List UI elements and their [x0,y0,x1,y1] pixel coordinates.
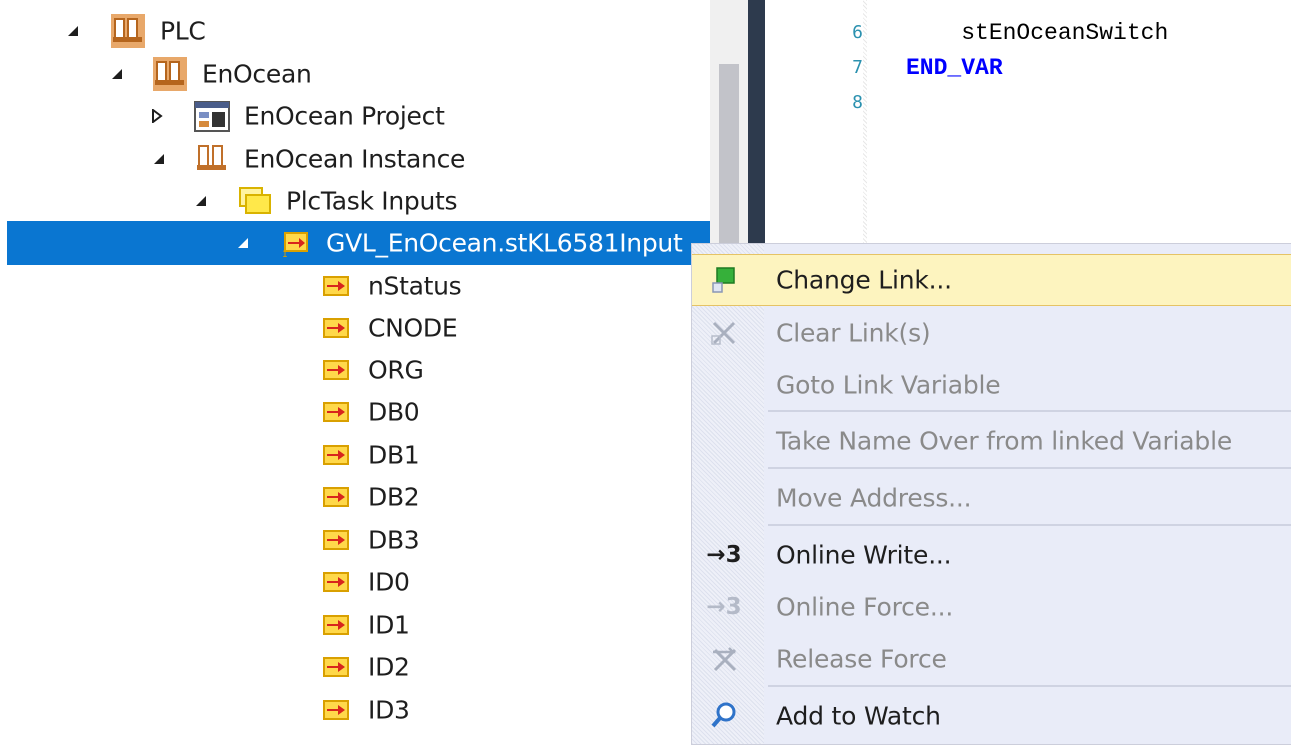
input-variable-icon [323,700,349,720]
tree-item-variable[interactable]: DB1 [0,434,710,476]
tree-item-label: ID0 [368,567,410,597]
svg-text:1: 1 [282,250,288,258]
tree-item-label: PlcTask Inputs [286,186,458,216]
input-variable-icon [323,445,349,465]
tree-item-variable[interactable]: ID2 [0,646,710,688]
tree-item-label: EnOcean Project [244,101,445,131]
instance-icon [197,145,226,170]
input-variable-icon: 1 [282,232,308,258]
input-variable-icon [323,572,349,592]
tree-item-label: PLC [160,16,206,46]
magnifier-icon [706,698,742,734]
tree-item-enocean-instance[interactable]: EnOcean Instance [0,138,710,180]
tree-item-label: DB3 [368,525,420,555]
tree-item-label: CNODE [368,313,458,343]
expanded-arrow-icon[interactable] [110,67,124,81]
input-variable-icon [323,487,349,507]
menu-item-release-force[interactable]: Release Force [692,633,1291,685]
input-variable-icon [323,615,349,635]
release-force-icon [706,641,742,677]
tree-item-enocean[interactable]: EnOcean [0,53,710,95]
input-variable-icon [323,530,349,550]
tree-item-label: ORG [368,355,424,385]
tree-item-label: ID1 [368,610,410,640]
menu-item-online-force[interactable]: →3 Online Force... [692,581,1291,633]
tree-item-enocean-project[interactable]: EnOcean Project [0,95,710,137]
tree-item-label: DB2 [368,482,420,512]
menu-item-goto-link-variable[interactable]: Goto Link Variable [692,359,1291,411]
expanded-arrow-icon[interactable] [66,24,80,38]
tree-item-variable[interactable]: DB3 [0,519,710,561]
online-force-icon: →3 [706,594,742,620]
solution-tree: PLC EnOcean EnOcean Project EnOcean Inst… [0,0,715,727]
menu-item-move-address[interactable]: Move Address... [692,472,1291,524]
menu-separator [768,467,1291,469]
tree-item-plctask-inputs[interactable]: PlcTask Inputs [0,180,710,222]
menu-item-change-link[interactable]: Change Link... [692,254,1291,306]
menu-item-online-write[interactable]: →3 Online Write... [692,529,1291,581]
line-number: 8 [852,92,863,113]
menu-item-add-to-watch[interactable]: Add to Watch [692,690,1291,742]
expanded-arrow-icon[interactable] [194,194,208,208]
project-window-icon [194,101,230,132]
menu-separator [768,410,1291,412]
tree-item-label: EnOcean Instance [244,144,466,174]
online-write-icon: →3 [706,542,742,568]
context-menu: Change Link... Clear Link(s) Goto Link V… [691,243,1291,745]
expanded-arrow-icon[interactable] [152,152,166,166]
input-variable-icon [323,657,349,677]
clear-link-icon [706,315,742,351]
tree-item-label: ID3 [368,695,410,725]
line-number: 6 [852,22,863,43]
tree-item-label: EnOcean [202,59,312,89]
tree-item-label: ID2 [368,652,410,682]
menu-item-take-name-over[interactable]: Take Name Over from linked Variable [692,415,1291,467]
tree-item-plc[interactable]: PLC [0,10,710,52]
expanded-arrow-icon[interactable] [236,236,250,250]
tree-item-label: DB1 [368,440,420,470]
tree-item-variable[interactable]: nStatus [0,265,710,307]
input-variable-icon [323,360,349,380]
tree-item-variable[interactable]: ID3 [0,689,710,731]
folder-icon [239,187,271,214]
input-variable-icon [323,402,349,422]
change-link-icon [706,262,742,298]
input-variable-icon [323,318,349,338]
collapsed-arrow-icon[interactable] [150,109,164,123]
plc-project-icon [111,14,145,48]
tree-item-variable[interactable]: DB2 [0,476,710,518]
tree-item-variable[interactable]: CNODE [0,307,710,349]
tree-item-label: DB0 [368,397,420,427]
tree-item-variable[interactable]: ORG [0,349,710,391]
tree-item-label: nStatus [368,271,462,301]
menu-separator [768,685,1291,687]
code-line: stEnOceanSwitch [906,20,1169,46]
code-keyword: END_VAR [906,55,1003,81]
tree-item-variable[interactable]: ID1 [0,604,710,646]
plc-project-icon [153,57,187,91]
tree-item-gvl-input[interactable]: 1 GVL_EnOcean.stKL6581Input [7,221,715,265]
menu-item-clear-links[interactable]: Clear Link(s) [692,307,1291,359]
tree-item-label: GVL_EnOcean.stKL6581Input [326,228,683,258]
input-variable-icon [323,276,349,296]
line-number: 7 [852,57,863,78]
tree-item-variable[interactable]: DB0 [0,391,710,433]
menu-separator [768,524,1291,526]
tree-item-variable[interactable]: ID0 [0,561,710,603]
